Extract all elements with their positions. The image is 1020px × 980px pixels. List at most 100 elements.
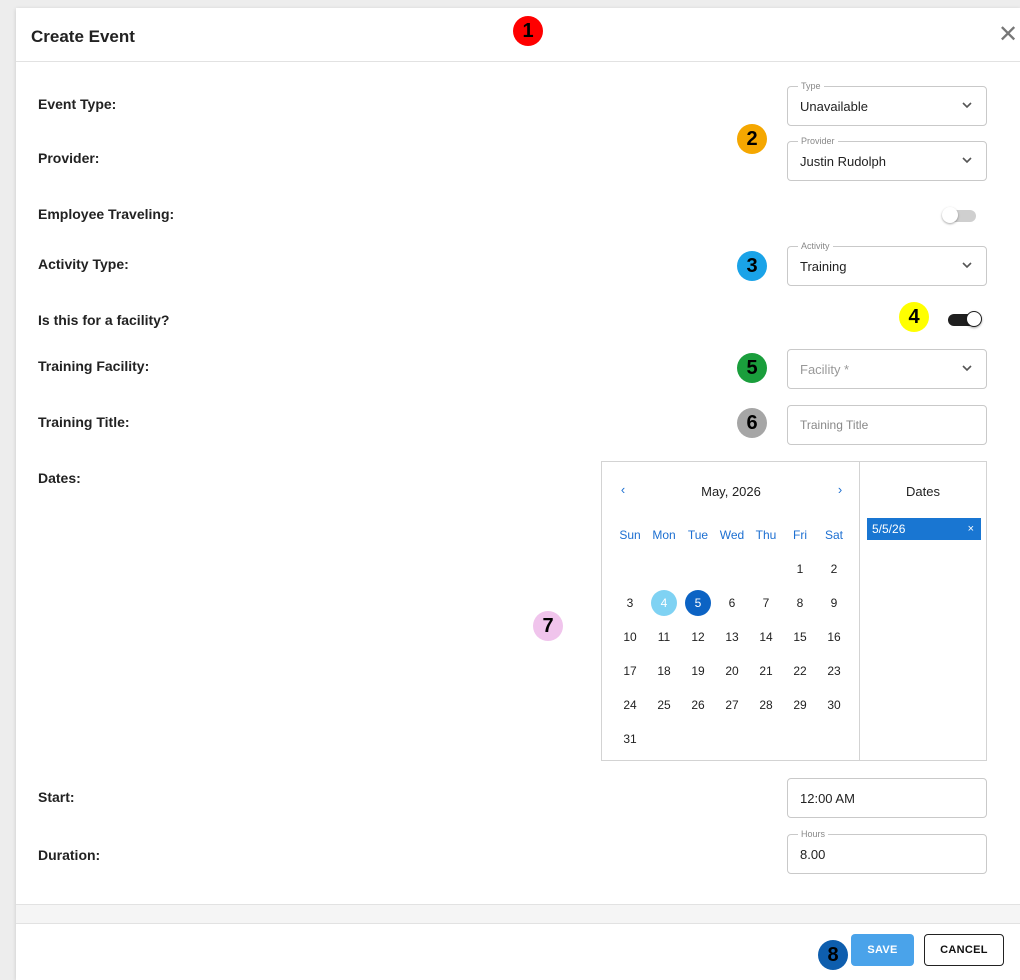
duration-legend: Hours <box>798 828 829 840</box>
date-picker: ‹ May, 2026 › Sun Mon Tue Wed Thu Fri Sat 1 2 3 4 5… <box>601 461 987 761</box>
calendar-day[interactable]: 5 <box>681 586 715 620</box>
marker-8: 8 <box>818 940 848 970</box>
calendar-day[interactable]: 30 <box>817 688 851 722</box>
weekday-header: Sat <box>824 528 843 542</box>
calendar-day[interactable]: 15 <box>783 620 817 654</box>
weekday-header: Mon <box>652 528 676 542</box>
calendar-month-label: May, 2026 <box>701 484 761 499</box>
calendar-grid: Sun Mon Tue Wed Thu Fri Sat 1 2 3 4 5 6 7 8 9 10 11 12 13 14… <box>613 518 851 756</box>
chevron-down-icon <box>962 157 972 164</box>
calendar-empty-cell <box>681 552 715 586</box>
calendar-day[interactable]: 26 <box>681 688 715 722</box>
selected-dates-panel: Dates 5/5/26 × <box>860 462 986 760</box>
calendar-day[interactable]: 7 <box>749 586 783 620</box>
calendar-day[interactable]: 22 <box>783 654 817 688</box>
save-button[interactable]: SAVE <box>851 934 914 966</box>
calendar-day[interactable]: 31 <box>613 722 647 756</box>
activity-type-label: Activity Type: <box>38 256 129 272</box>
calendar-day[interactable]: 27 <box>715 688 749 722</box>
calendar-day[interactable]: 10 <box>613 620 647 654</box>
weekday-header: Sun <box>619 528 641 542</box>
duration-field[interactable]: Hours 8.00 <box>787 828 987 874</box>
facility-question-label: Is this for a facility? <box>38 312 170 328</box>
calendar-day[interactable]: 1 <box>783 552 817 586</box>
next-month-icon[interactable]: › <box>833 482 847 497</box>
calendar-month-panel: ‹ May, 2026 › Sun Mon Tue Wed Thu Fri Sat 1 2 3 4 5… <box>602 462 860 760</box>
marker-7: 7 <box>533 611 563 641</box>
activity-select[interactable]: Activity Training <box>787 240 987 286</box>
calendar-day[interactable]: 3 <box>613 586 647 620</box>
marker-6: 6 <box>737 408 767 438</box>
toggle-thumb <box>966 311 982 327</box>
toggle-thumb <box>942 207 958 223</box>
calendar-day[interactable]: 13 <box>715 620 749 654</box>
calendar-day[interactable]: 24 <box>613 688 647 722</box>
calendar-day[interactable]: 9 <box>817 586 851 620</box>
selected-date-text: 5/5/26 <box>872 522 906 536</box>
training-title-input[interactable] <box>788 406 986 444</box>
selected-date-chip: 5/5/26 × <box>867 518 981 540</box>
marker-2: 2 <box>737 124 767 154</box>
dates-label: Dates: <box>38 470 81 486</box>
facility-select[interactable]: Facility * <box>787 349 987 389</box>
calendar-day[interactable]: 19 <box>681 654 715 688</box>
calendar-day[interactable]: 20 <box>715 654 749 688</box>
marker-4: 4 <box>899 302 929 332</box>
facility-placeholder: Facility * <box>800 362 850 377</box>
calendar-day[interactable]: 14 <box>749 620 783 654</box>
duration-label: Duration: <box>38 847 101 863</box>
employee-traveling-toggle[interactable] <box>942 206 978 224</box>
calendar-day[interactable]: 28 <box>749 688 783 722</box>
remove-date-icon[interactable]: × <box>968 518 974 540</box>
training-title-label: Training Title: <box>38 414 130 430</box>
calendar-day[interactable]: 16 <box>817 620 851 654</box>
facility-toggle[interactable] <box>946 310 982 328</box>
marker-3: 3 <box>737 251 767 281</box>
weekday-header: Tue <box>687 528 709 542</box>
calendar-day[interactable]: 4 <box>647 586 681 620</box>
event-type-value: Unavailable <box>800 99 868 114</box>
event-type-label: Event Type: <box>38 96 117 112</box>
provider-label: Provider: <box>38 150 100 166</box>
cancel-button[interactable]: CANCEL <box>924 934 1004 966</box>
calendar-day[interactable]: 18 <box>647 654 681 688</box>
employee-traveling-label: Employee Traveling: <box>38 206 175 222</box>
marker-5: 5 <box>737 353 767 383</box>
weekday-header: Wed <box>719 528 745 542</box>
calendar-day[interactable]: 2 <box>817 552 851 586</box>
provider-value: Justin Rudolph <box>800 154 886 169</box>
calendar-day[interactable]: 6 <box>715 586 749 620</box>
calendar-day[interactable]: 25 <box>647 688 681 722</box>
event-type-legend: Type <box>798 80 824 92</box>
calendar-day[interactable]: 23 <box>817 654 851 688</box>
weekday-header: Fri <box>793 528 807 542</box>
start-label: Start: <box>38 789 75 805</box>
calendar-day[interactable]: 21 <box>749 654 783 688</box>
calendar-day[interactable]: 8 <box>783 586 817 620</box>
duration-value: 8.00 <box>800 847 826 862</box>
footer-divider <box>16 904 1020 924</box>
training-title-field[interactable] <box>787 405 987 445</box>
activity-value: Training <box>800 259 847 274</box>
calendar-empty-cell <box>749 552 783 586</box>
calendar-day[interactable]: 17 <box>613 654 647 688</box>
provider-select[interactable]: Provider Justin Rudolph <box>787 135 987 181</box>
marker-1: 1 <box>513 16 543 46</box>
calendar-empty-cell <box>613 552 647 586</box>
calendar-empty-cell <box>647 552 681 586</box>
selected-dates-title: Dates <box>906 484 940 499</box>
close-icon[interactable]: ✕ <box>996 22 1020 46</box>
calendar-day[interactable]: 11 <box>647 620 681 654</box>
event-type-select[interactable]: Type Unavailable <box>787 80 987 126</box>
chevron-down-icon <box>962 365 972 372</box>
create-event-dialog: Create Event ✕ Event Type: Type Unavaila… <box>16 8 1020 980</box>
calendar-day[interactable]: 12 <box>681 620 715 654</box>
activity-legend: Activity <box>798 240 833 252</box>
dialog-title: Create Event <box>31 27 135 46</box>
start-time-field[interactable]: 12:00 AM <box>787 778 987 818</box>
chevron-down-icon <box>962 262 972 269</box>
training-facility-label: Training Facility: <box>38 358 150 374</box>
start-time-value: 12:00 AM <box>800 791 855 806</box>
calendar-day[interactable]: 29 <box>783 688 817 722</box>
provider-legend: Provider <box>798 135 838 147</box>
